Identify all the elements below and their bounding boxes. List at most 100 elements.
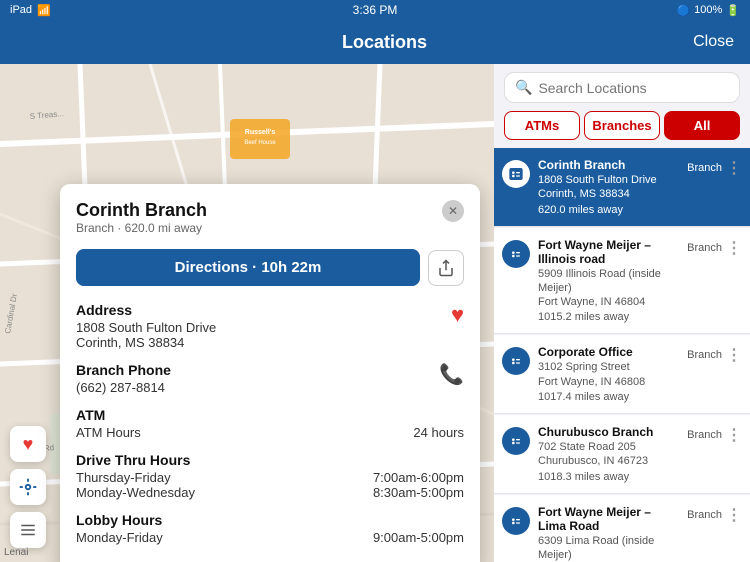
status-time: 3:36 PM: [353, 3, 398, 17]
popup-phone-label: Branch Phone: [76, 362, 171, 378]
favorite-icon[interactable]: ♥: [451, 302, 464, 328]
popup-atm-label: ATM: [76, 407, 464, 423]
location-more-button[interactable]: ⋮: [726, 238, 742, 258]
close-button[interactable]: Close: [693, 33, 734, 51]
popup-address-section: Address 1808 South Fulton Drive Corinth,…: [76, 302, 464, 350]
filter-tabs: ATMs Branches All: [494, 111, 750, 148]
location-type: Branch: [687, 429, 722, 441]
location-type: Branch: [687, 162, 722, 174]
list-item[interactable]: Churubusco Branch 702 State Road 205Chur…: [494, 415, 750, 494]
popup-close-button[interactable]: ✕: [442, 200, 464, 222]
location-right: Branch ⋮: [687, 158, 742, 178]
status-bar: iPad 📶 3:36 PM 🔵 100% 🔋: [0, 0, 750, 20]
list-fab-button[interactable]: [10, 512, 46, 548]
ipad-label: iPad: [10, 4, 32, 16]
location-distance: 1015.2 miles away: [538, 311, 679, 323]
filter-tab-branches[interactable]: Branches: [584, 111, 660, 140]
popup-drivethru-thu-value: 7:00am-6:00pm: [373, 470, 464, 485]
location-address: 702 State Road 205Churubusco, IN 46723: [538, 440, 679, 469]
phone-icon[interactable]: 📞: [439, 362, 464, 387]
list-item[interactable]: Corinth Branch 1808 South Fulton DriveCo…: [494, 148, 750, 227]
popup-address-line2: Corinth, MS 38834: [76, 335, 216, 350]
popup-drivethru-section: Drive Thru Hours Thursday-Friday 7:00am-…: [76, 452, 464, 500]
map-area: Russell's Beef House S Treas... Cardinal…: [0, 64, 494, 562]
location-icon: [502, 347, 530, 375]
locations-list: Corinth Branch 1808 South Fulton DriveCo…: [494, 148, 750, 562]
popup-drivethru-thu-label: Thursday-Friday: [76, 470, 171, 485]
popup-lobby-label: Lobby Hours: [76, 512, 464, 528]
location-type: Branch: [687, 242, 722, 254]
location-right: Branch ⋮: [687, 505, 742, 525]
location-name: Fort Wayne Meijer – Illinois road: [538, 238, 679, 266]
location-more-button[interactable]: ⋮: [726, 345, 742, 365]
search-icon: 🔍: [515, 79, 532, 96]
popup-phone-value: (662) 287-8814: [76, 380, 171, 395]
svg-text:Beef House: Beef House: [244, 140, 276, 146]
nav-bar: Locations Close: [0, 20, 750, 64]
location-info: Fort Wayne Meijer – Illinois road 5909 I…: [538, 238, 679, 324]
search-wrapper: 🔍: [504, 72, 740, 103]
map-attribution: Lenai: [4, 547, 28, 558]
popup-lobby-days-label: Monday-Friday: [76, 530, 163, 545]
popup-atm-section: ATM ATM Hours 24 hours: [76, 407, 464, 440]
location-info: Churubusco Branch 702 State Road 205Chur…: [538, 425, 679, 483]
location-distance: 1018.3 miles away: [538, 471, 679, 483]
location-more-button[interactable]: ⋮: [726, 505, 742, 525]
location-address: 5909 Illinois Road (inside Meijer)Fort W…: [538, 267, 679, 310]
popup-address-line1: 1808 South Fulton Drive: [76, 320, 216, 335]
location-right: Branch ⋮: [687, 238, 742, 258]
location-icon: [502, 427, 530, 455]
svg-text:Russell's: Russell's: [245, 129, 276, 136]
location-name: Corporate Office: [538, 345, 679, 359]
location-info: Fort Wayne Meijer – Lima Road 6309 Lima …: [538, 505, 679, 562]
location-distance: 1017.4 miles away: [538, 391, 679, 403]
popup-atm-hours-label: ATM Hours: [76, 425, 141, 440]
nav-title: Locations: [76, 32, 693, 53]
list-item[interactable]: Corporate Office 3102 Spring StreetFort …: [494, 335, 750, 414]
location-info: Corporate Office 3102 Spring StreetFort …: [538, 345, 679, 403]
share-button[interactable]: [428, 250, 464, 286]
wifi-icon: 📶: [37, 4, 51, 17]
directions-row: Directions · 10h 22m: [76, 249, 464, 286]
battery-label: 100%: [694, 4, 722, 16]
location-more-button[interactable]: ⋮: [726, 158, 742, 178]
location-distance: 620.0 miles away: [538, 204, 679, 216]
location-type: Branch: [687, 349, 722, 361]
location-icon: [502, 507, 530, 535]
location-name: Corinth Branch: [538, 158, 679, 172]
popup-atm-hours-value: 24 hours: [413, 425, 464, 440]
list-item[interactable]: Fort Wayne Meijer – Lima Road 6309 Lima …: [494, 495, 750, 562]
location-address: 3102 Spring StreetFort Wayne, IN 46808: [538, 360, 679, 389]
battery-icon: 🔋: [726, 4, 740, 17]
search-bar: 🔍: [494, 64, 750, 111]
list-item[interactable]: Fort Wayne Meijer – Illinois road 5909 I…: [494, 228, 750, 335]
search-input[interactable]: [538, 80, 729, 96]
popup-drivethru-mon-value: 8:30am-5:00pm: [373, 485, 464, 500]
favorite-fab-button[interactable]: ♥: [10, 426, 46, 462]
popup-lobby-section: Lobby Hours Monday-Friday 9:00am-5:00pm: [76, 512, 464, 545]
location-address: 6309 Lima Road (inside Meijer)Fort Wayne…: [538, 534, 679, 562]
popup-phone-section: Branch Phone (662) 287-8814 📞: [76, 362, 464, 395]
location-name: Churubusco Branch: [538, 425, 679, 439]
location-right: Branch ⋮: [687, 345, 742, 365]
location-more-button[interactable]: ⋮: [726, 425, 742, 445]
popup-title: Corinth Branch: [76, 200, 207, 221]
location-icon: [502, 160, 530, 188]
popup-address-label: Address: [76, 302, 216, 318]
directions-button[interactable]: Directions · 10h 22m: [76, 249, 420, 286]
bluetooth-icon: 🔵: [676, 4, 690, 17]
location-info: Corinth Branch 1808 South Fulton DriveCo…: [538, 158, 679, 216]
location-address: 1808 South Fulton DriveCorinth, MS 38834: [538, 173, 679, 202]
location-name: Fort Wayne Meijer – Lima Road: [538, 505, 679, 533]
location-icon: [502, 240, 530, 268]
right-panel: 🔍 ATMs Branches All: [494, 64, 750, 562]
location-right: Branch ⋮: [687, 425, 742, 445]
popup-drivethru-label: Drive Thru Hours: [76, 452, 464, 468]
main-content: Russell's Beef House S Treas... Cardinal…: [0, 64, 750, 562]
filter-tab-atms[interactable]: ATMs: [504, 111, 580, 140]
location-fab-button[interactable]: [10, 469, 46, 505]
filter-tab-all[interactable]: All: [664, 111, 740, 140]
popup-drivethru-mon-label: Monday-Wednesday: [76, 485, 195, 500]
popup-subtitle: Branch · 620.0 mi away: [76, 221, 207, 235]
location-type: Branch: [687, 509, 722, 521]
